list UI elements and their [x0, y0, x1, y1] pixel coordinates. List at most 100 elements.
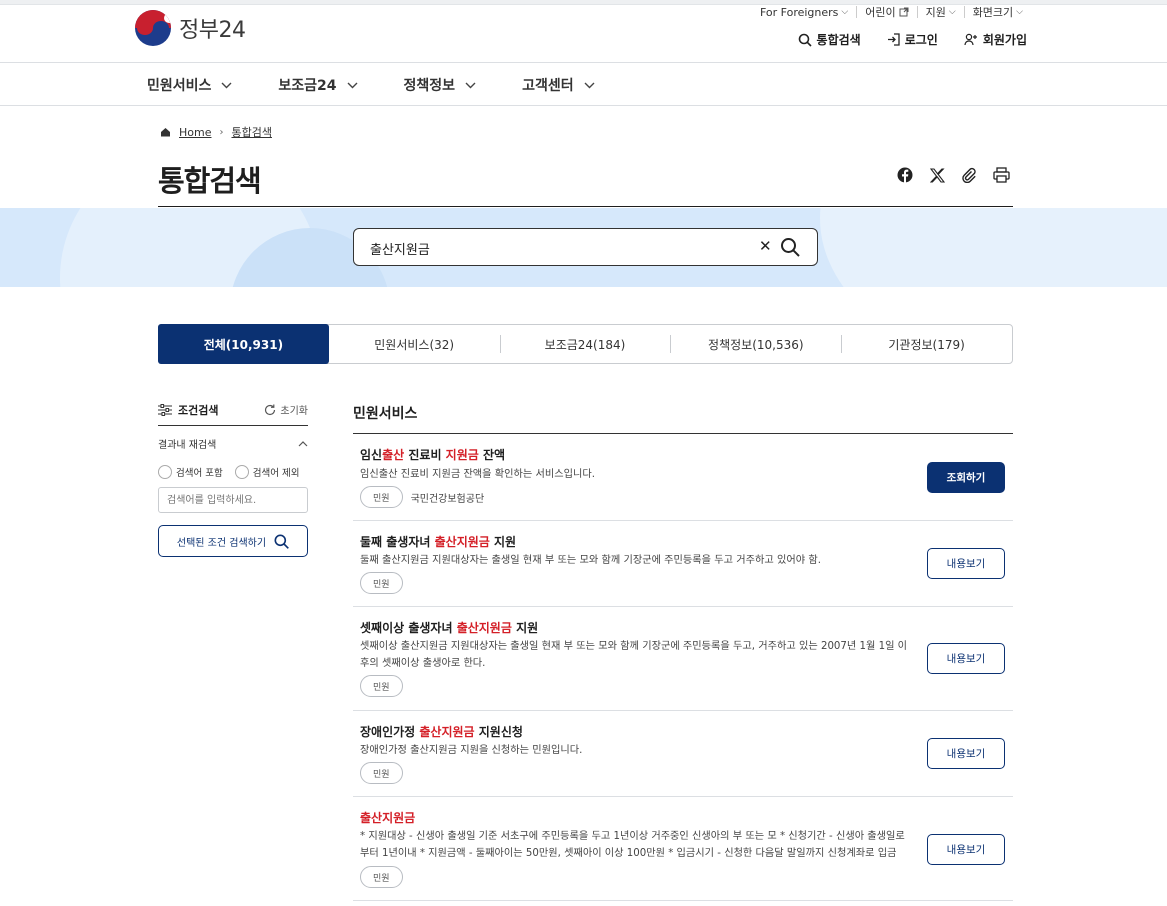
gnb-civil-service[interactable]: 민원서비스	[147, 75, 232, 95]
taegeuk-logo-icon	[135, 10, 171, 46]
title-highlight: 출산	[382, 448, 405, 462]
search-icon	[274, 534, 289, 549]
chevron-down-icon	[465, 82, 476, 88]
title-text: 임신	[360, 448, 383, 462]
breadcrumb-home[interactable]: Home	[179, 126, 211, 139]
title-text: 진료비	[404, 448, 446, 462]
result-item: 임신출산 진료비 지원금 잔액 임신출산 진료비 지원금 잔액을 확인하는 서비…	[353, 434, 1013, 521]
signup-label: 회원가입	[982, 33, 1027, 47]
clear-icon[interactable]: ✕	[759, 237, 772, 255]
page-title: 통합검색	[158, 164, 262, 198]
x-twitter-icon[interactable]	[928, 166, 946, 184]
gnb-label: 민원서비스	[147, 78, 212, 94]
tab-all[interactable]: 전체(10,931)	[158, 324, 329, 364]
radio-circle	[234, 465, 249, 479]
radio-include[interactable]: 검색어 포함	[158, 465, 223, 479]
result-title[interactable]: 임신출산 진료비 지원금 잔액	[360, 446, 505, 463]
view-details-button[interactable]: 내용보기	[927, 738, 1005, 769]
reset-label: 초기화	[280, 406, 308, 417]
chevron-down-icon	[221, 82, 232, 88]
title-text: 지원	[489, 535, 517, 549]
main-search-box: ✕	[353, 228, 818, 266]
header-search-link[interactable]: 통합검색	[798, 31, 861, 48]
reset-button[interactable]: 초기화	[264, 402, 308, 417]
utility-nav: For Foreigners ⌵ 어린이 지원 ⌵ 화면크기 ⌵	[759, 5, 1031, 20]
result-item: 출산지원금 * 지원대상 - 신생아 출생일 기준 서초구에 주민등록을 두고 …	[353, 797, 1013, 901]
util-kids[interactable]: 어린이	[856, 6, 916, 19]
print-icon[interactable]	[992, 166, 1010, 184]
title-highlight: 출산지원금	[419, 725, 475, 739]
result-item: 셋째이상 출생자녀 출산지원금 지원 셋째이상 출산지원금 지원대상자는 출생일…	[353, 607, 1013, 711]
lookup-button[interactable]: 조회하기	[927, 462, 1005, 493]
result-title[interactable]: 셋째이상 출생자녀 출산지원금 지원	[360, 619, 538, 636]
util-support[interactable]: 지원 ⌵	[916, 6, 964, 19]
breadcrumb-current[interactable]: 통합검색	[231, 124, 271, 140]
login-link[interactable]: 로그인	[887, 31, 938, 48]
filter-search-button[interactable]: 선택된 조건 검색하기	[158, 525, 308, 557]
refine-toggle[interactable]: 결과내 재검색	[158, 436, 308, 451]
gnb-label: 정책정보	[403, 78, 456, 94]
refine-keyword-input[interactable]	[158, 487, 308, 513]
header-search-label: 통합검색	[816, 33, 861, 47]
search-input[interactable]	[370, 238, 750, 258]
account-nav: 통합검색 로그인 회원가입	[798, 31, 1027, 48]
title-text: 셋째이상 출생자녀	[360, 621, 457, 635]
result-item: 둘째 출생자녀 출산지원금 지원 둘째 출산지원금 지원대상자는 출생일 현재 …	[353, 521, 1013, 607]
add-user-icon	[964, 33, 977, 46]
result-desc: 임신출산 진료비 지원금 잔액을 확인하는 서비스입니다.	[360, 469, 595, 480]
result-desc: 셋째이상 출산지원금 지원대상자는 출생일 현재 부 또는 모와 함께 기장군에…	[360, 641, 908, 669]
result-desc: 둘째 출산지원금 지원대상자는 출생일 현재 부 또는 모와 함께 기장군에 주…	[360, 555, 821, 566]
chevron-down-icon: ⌵	[948, 7, 956, 17]
filter-panel: 조건검색 초기화 결과내 재검색 검색어 포함 검색어 제외 선택된 조건 검색…	[158, 400, 308, 557]
tab-subsidy24[interactable]: 보조금24(184)	[499, 325, 671, 363]
util-kids-label: 어린이	[865, 6, 896, 19]
search-icon	[798, 33, 812, 47]
title-highlight: 지원금	[445, 448, 479, 462]
title-text: 장애인가정	[360, 725, 420, 739]
home-icon	[161, 128, 170, 137]
refine-title: 결과내 재검색	[158, 440, 217, 451]
chevron-down-icon: ⌵	[1016, 7, 1023, 17]
search-submit-icon[interactable]	[780, 237, 800, 261]
tag-pill: 민원	[360, 866, 403, 888]
tag-pill: 민원	[360, 675, 403, 697]
signup-link[interactable]: 회원가입	[964, 31, 1027, 48]
result-desc: * 지원대상 - 신생아 출생일 기준 서초구에 주민등록을 두고 1년이상 거…	[360, 831, 905, 859]
view-details-button[interactable]: 내용보기	[927, 643, 1005, 674]
util-screen-size[interactable]: 화면크기 ⌵	[963, 6, 1031, 19]
radio-exclude[interactable]: 검색어 제외	[234, 465, 299, 479]
gnb-policy[interactable]: 정책정보	[404, 75, 477, 95]
radio-include-label: 검색어 포함	[176, 468, 223, 479]
gnb-subsidy24[interactable]: 보조금24	[278, 75, 358, 95]
chevron-down-icon: ⌵	[841, 7, 849, 17]
view-details-button[interactable]: 내용보기	[927, 548, 1005, 579]
view-details-button[interactable]: 내용보기	[927, 834, 1005, 865]
tab-policy[interactable]: 정책정보(10,536)	[670, 325, 841, 363]
link-clip-icon[interactable]	[960, 166, 978, 184]
external-link-icon	[899, 7, 909, 17]
util-foreigners[interactable]: For Foreigners ⌵	[759, 5, 856, 19]
result-title[interactable]: 둘째 출생자녀 출산지원금 지원	[360, 533, 516, 550]
result-desc: 장애인가정 출산지원금 지원을 신청하는 민원입니다.	[360, 745, 583, 756]
radio-circle	[158, 465, 172, 479]
facebook-icon[interactable]	[896, 166, 914, 184]
site-logo[interactable]: 정부24	[135, 10, 246, 46]
chevron-up-icon	[298, 440, 308, 446]
tab-institution[interactable]: 기관정보(179)	[841, 325, 1012, 363]
tag-pill: 민원	[360, 572, 403, 594]
title-text: 지원신청	[474, 725, 523, 739]
util-foreigners-label: For Foreigners	[759, 5, 839, 19]
result-title[interactable]: 장애인가정 출산지원금 지원신청	[360, 723, 523, 740]
title-text: 잔액	[478, 448, 506, 462]
breadcrumb: Home › 통합검색	[160, 124, 272, 140]
gnb-customer-center[interactable]: 고객센터	[522, 75, 595, 95]
result-title[interactable]: 출산지원금	[360, 809, 415, 826]
gnb-label: 보조금24	[278, 78, 337, 94]
filter-search-label: 선택된 조건 검색하기	[176, 537, 267, 549]
title-highlight: 출산지원금	[456, 621, 512, 635]
title-highlight: 출산지원금	[360, 811, 416, 825]
refresh-icon	[265, 404, 276, 415]
share-tools	[896, 166, 1010, 184]
tab-civil-service[interactable]: 민원서비스(32)	[329, 325, 500, 363]
tag-pill: 민원	[360, 486, 403, 508]
